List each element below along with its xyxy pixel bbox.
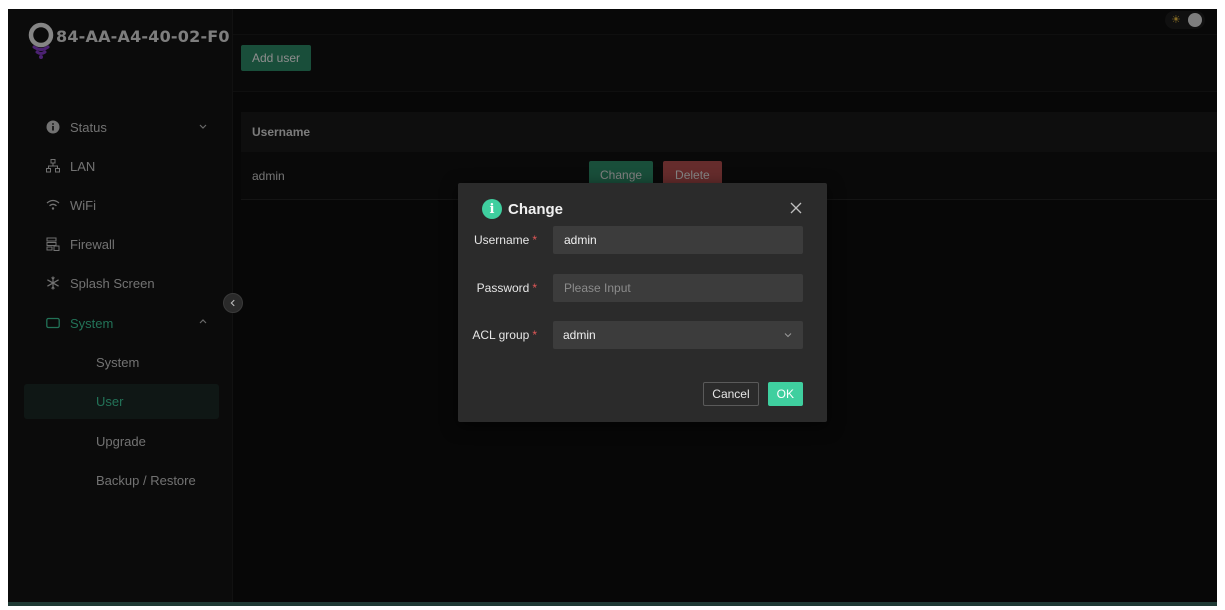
app-window: 84-AA-A4-40-02-F0 Status LAN WiFi Firewa…	[8, 9, 1217, 606]
required-mark: *	[532, 281, 537, 295]
username-label-text: Username	[473, 233, 530, 247]
chevron-left-icon	[230, 299, 235, 307]
modal-title: Change	[508, 200, 564, 218]
change-user-modal: i Change Username* Password* ACL group* …	[458, 183, 827, 422]
username-row: Username *	[458, 226, 827, 254]
close-icon[interactable]	[789, 201, 803, 215]
collapse-sidebar-button[interactable]	[223, 293, 243, 313]
acl-group-label: ACL group *	[458, 328, 545, 342]
password-row: Password *	[458, 274, 827, 302]
acl-group-value: admin	[563, 328, 596, 342]
ok-button[interactable]: OK	[767, 382, 803, 406]
modal-footer: Cancel OK	[703, 382, 803, 406]
required-mark: *	[532, 328, 537, 342]
bottom-strip	[8, 602, 1217, 606]
password-label-text: Password	[476, 281, 530, 295]
acl-group-row: ACL group * admin	[458, 321, 827, 349]
chevron-down-icon	[784, 333, 792, 338]
acl-group-select[interactable]: admin	[553, 321, 803, 349]
modal-header: i Change	[482, 199, 563, 219]
info-icon: i	[482, 199, 502, 219]
password-field[interactable]	[553, 274, 803, 302]
acl-group-label-text: ACL group	[472, 328, 530, 342]
username-label: Username *	[458, 233, 545, 247]
password-label: Password *	[458, 281, 545, 295]
required-mark: *	[532, 233, 537, 247]
username-field[interactable]	[553, 226, 803, 254]
cancel-button[interactable]: Cancel	[703, 382, 759, 406]
